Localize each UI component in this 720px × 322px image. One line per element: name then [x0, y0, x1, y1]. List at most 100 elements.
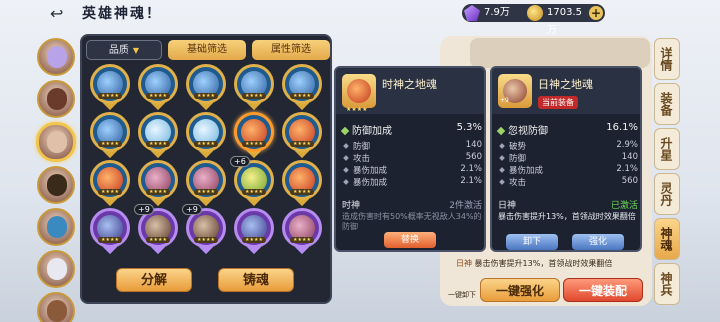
main-stat-diamond-icon: [340, 126, 350, 136]
set-line: 日神 已激活: [498, 198, 638, 211]
soul-gem[interactable]: ★★★★: [234, 208, 274, 255]
side-tab[interactable]: 升星: [654, 128, 680, 170]
star-rating: ★★★★: [194, 93, 218, 99]
top-bar: ↩ 英雄神魂！ 7.9万 + 1703.5万 +: [0, 0, 720, 36]
star-rating: ★★★★: [290, 93, 314, 99]
star-rating: ★★★★: [98, 141, 122, 147]
soul-gem[interactable]: ★★★★: [90, 160, 130, 207]
main-stat: 忽视防御 16.1%: [496, 122, 638, 137]
attribute-filter-button[interactable]: 属性筛选: [252, 40, 330, 60]
sub-stat-value: 140: [465, 140, 482, 150]
star-rating: ★★★★: [194, 189, 218, 195]
set-name: 日神: [498, 201, 517, 211]
sub-stat-row: 暴伤加成 2.1%: [342, 176, 482, 188]
soul-gem[interactable]: ★★★★ +6: [230, 156, 274, 207]
crystal-icon: [464, 5, 480, 21]
quick-upgrade-button[interactable]: 一键强化: [480, 278, 560, 302]
sub-stat-list: 破势 2.9% 防御 140 暴伤加成 2.1% 攻击 560: [498, 140, 638, 188]
upgrade-button[interactable]: 强化: [572, 234, 624, 250]
add-coin-button[interactable]: +: [589, 6, 603, 20]
soul-gem[interactable]: ★★★★: [90, 112, 130, 159]
star-rating: ★★★★: [290, 237, 314, 243]
soul-gem[interactable]: ★★★★: [186, 160, 226, 207]
hero-portrait-icon: [47, 46, 67, 68]
star-rating: ★★★★: [242, 237, 266, 243]
hero-avatar[interactable]: [37, 80, 75, 118]
filter-bar: 品质 ▼ 基础筛选 属性筛选: [86, 40, 330, 60]
hero-avatar[interactable]: [37, 250, 75, 288]
forge-soul-button[interactable]: 铸魂: [218, 268, 294, 292]
side-tab[interactable]: 装备: [654, 83, 680, 125]
set-name: 时神: [342, 201, 361, 211]
soul-gem[interactable]: ★★★★: [90, 208, 130, 255]
soul-gem[interactable]: ★★★★: [138, 64, 178, 111]
hero-avatar[interactable]: [37, 208, 75, 246]
soul-gem[interactable]: ★★★★: [282, 112, 322, 159]
back-arrow-icon[interactable]: ↩: [50, 4, 76, 23]
soul-gem[interactable]: ★★★★: [138, 160, 178, 207]
hero-avatar[interactable]: [37, 292, 75, 322]
hero-portrait-icon: [47, 258, 67, 280]
set-bonus-line: 日神 暴击伤害提升13%，首领战时效果翻倍: [456, 256, 652, 272]
star-rating: ★★★★: [194, 237, 218, 243]
soul-gem[interactable]: ★★★★: [90, 64, 130, 111]
sub-stat-row: 攻击 560: [498, 176, 638, 188]
hero-avatar[interactable]: [37, 38, 75, 76]
sub-stat-value: 140: [621, 152, 638, 162]
hero-portrait-icon: [47, 174, 67, 196]
side-tab[interactable]: 神兵: [654, 263, 680, 305]
sub-stat-value: 560: [621, 176, 638, 186]
quality-filter-dropdown[interactable]: 品质 ▼: [86, 40, 162, 60]
soul-gem[interactable]: ★★★★ +9: [134, 204, 178, 255]
compare-popup-selected: ★★★★ 时神之地魂 防御加成 5.3% 防御 140 攻击 560 暴伤加成 2.1% 暴…: [334, 66, 486, 252]
soul-gem[interactable]: ★★★★: [234, 112, 274, 159]
soul-gem[interactable]: ★★★★ +9: [182, 204, 226, 255]
unequip-button[interactable]: 卸下: [506, 234, 558, 250]
set-status: 已激活: [610, 201, 638, 211]
main-stat-label: 忽视防御: [508, 126, 548, 137]
hero-avatar[interactable]: [37, 166, 75, 204]
bullet-icon: [343, 143, 349, 149]
main-stat: 防御加成 5.3%: [340, 122, 482, 137]
dropdown-triangle-icon: ▼: [132, 46, 140, 55]
main-stat-diamond-icon: [496, 126, 506, 136]
star-rating: ★★★★: [146, 237, 170, 243]
sub-stat-label: 攻击: [509, 178, 527, 188]
main-stat-value: 5.3%: [456, 122, 482, 133]
crystal-amount: 7.9万: [484, 7, 510, 18]
star-rating: ★★★★: [98, 93, 122, 99]
soul-gem[interactable]: ★★★★: [186, 112, 226, 159]
soul-level-badge: +9: [134, 204, 154, 215]
soul-gem[interactable]: ★★★★: [234, 64, 274, 111]
soul-gem[interactable]: ★★★★: [186, 64, 226, 111]
set-bonus-tag: 日神: [456, 259, 472, 268]
soul-name: 时神之地魂: [382, 78, 437, 91]
sub-stat-value: 2.1%: [460, 164, 482, 174]
star-rating: ★★★★: [346, 106, 368, 113]
decompose-button[interactable]: 分解: [116, 268, 192, 292]
soul-item-icon: [342, 74, 376, 108]
soul-gem[interactable]: ★★★★: [138, 112, 178, 159]
soul-gem[interactable]: ★★★★: [282, 208, 322, 255]
set-bonus-text: 暴击伤害提升13%，首领战时效果翻倍: [474, 259, 613, 268]
star-rating: ★★★★: [290, 189, 314, 195]
set-line: 时神 2件激活: [342, 198, 482, 211]
star-rating: ★★★★: [146, 93, 170, 99]
quick-equip-button[interactable]: 一键装配: [563, 278, 643, 302]
coin-amount: 1703.5万: [547, 7, 582, 36]
side-tab[interactable]: 神魂: [654, 218, 680, 260]
popup-header: ★★★★ 时神之地魂: [336, 68, 484, 114]
one-key-unequip-button[interactable]: 一键卸下: [448, 290, 476, 300]
soul-gem[interactable]: ★★★★: [282, 160, 322, 207]
replace-button[interactable]: 替换: [384, 232, 436, 248]
basic-filter-button[interactable]: 基础筛选: [168, 40, 246, 60]
hero-portrait-icon: [47, 131, 67, 153]
equipped-badge: 当前装备: [538, 96, 578, 109]
hero-avatar[interactable]: [36, 122, 76, 162]
side-tab[interactable]: 灵丹: [654, 173, 680, 215]
side-tab[interactable]: 详情: [654, 38, 680, 80]
star-rating: ★★★★: [98, 237, 122, 243]
bullet-icon: [343, 167, 349, 173]
sub-stat-row: 防御 140: [342, 140, 482, 152]
soul-gem[interactable]: ★★★★: [282, 64, 322, 111]
